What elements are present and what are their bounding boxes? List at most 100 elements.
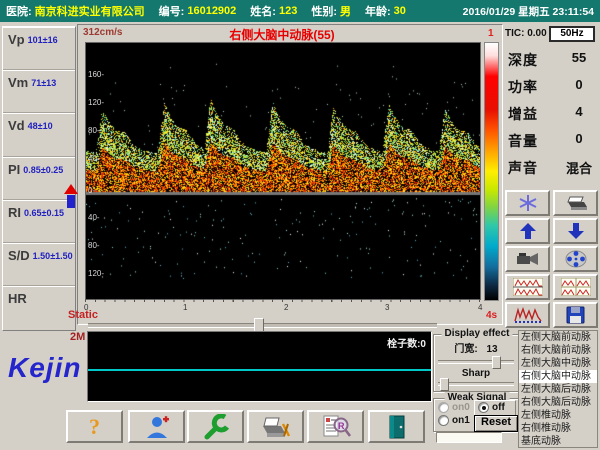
gate-width-label: 门宽:: [454, 344, 477, 355]
vessel-item[interactable]: 基底动脉: [519, 435, 597, 448]
hospital-label: 医院:: [6, 3, 32, 19]
vessel-item[interactable]: 左侧大脑前动脉: [519, 331, 597, 344]
vessel-item[interactable]: 左侧大脑中动脉: [519, 357, 597, 370]
radio-on0[interactable]: on0: [438, 402, 470, 413]
save-button[interactable]: [553, 302, 598, 328]
gender-label: 性别:: [311, 3, 337, 19]
gain-row: 增益4: [505, 104, 598, 126]
y-tick: 80-: [88, 242, 100, 250]
param-vm: Vm71±13: [3, 70, 75, 113]
vessel-item[interactable]: 左侧大脑后动脉: [519, 383, 597, 396]
age-label: 年龄:: [365, 3, 391, 19]
exit-button[interactable]: [368, 410, 425, 443]
x-tick: 3: [385, 303, 389, 312]
embolus-count: 栓子数:0: [387, 335, 426, 350]
printer-icon: [564, 194, 588, 212]
y-tick: 160-: [88, 71, 104, 79]
power-row: 功率0: [505, 77, 598, 99]
radio-on1[interactable]: on1: [438, 415, 470, 426]
vessel-item[interactable]: 右侧大脑前动脉: [519, 344, 597, 357]
x-tick: 4: [478, 303, 482, 312]
y-tick: 0-: [88, 187, 95, 195]
brand-logo: Kejin: [8, 352, 81, 384]
tcd-application-window: 医院:南京科进实业有限公司 编号:16012902 姓名:123 性别:男 年龄…: [0, 0, 600, 450]
report-magnifier-icon: R: [321, 414, 351, 440]
quad-spectrum-icon: [561, 278, 591, 296]
tic-value: TIC: 0.00: [505, 28, 547, 39]
spectrum-icon: [514, 306, 542, 324]
patient-info-button[interactable]: [128, 410, 185, 443]
time-end-label: 4s: [486, 310, 497, 321]
y-tick: 120-: [88, 99, 104, 107]
depth-row: 深度55: [505, 50, 598, 72]
param-hr: HR: [3, 286, 75, 329]
save-floppy-icon: [566, 306, 585, 324]
radio-circle: [438, 415, 449, 426]
freeze-icon: [517, 194, 539, 212]
dual-display-button[interactable]: [505, 274, 550, 300]
vessel-item[interactable]: 右侧椎动脉: [519, 422, 597, 435]
baseline-indicator-icon[interactable]: [64, 184, 78, 210]
patient-id-label: 编号:: [159, 3, 185, 19]
patient-name-value: 123: [279, 5, 297, 17]
gate-width-value: 13: [487, 344, 498, 355]
radio-off[interactable]: off: [478, 402, 505, 413]
doppler-spectrum-display: 160- 120- 80- 40- 0- 40- 80- 120-: [85, 42, 481, 300]
vessel-title: 右侧大脑中动脉(55): [85, 26, 479, 43]
vessel-item[interactable]: 右侧大脑后动脉: [519, 396, 597, 409]
scroll-up-button[interactable]: [505, 218, 550, 244]
scroll-down-button[interactable]: [553, 218, 598, 244]
datetime: 2016/01/29 星期五 23:11:54: [463, 4, 594, 19]
dual-spectrum-icon: [513, 278, 543, 296]
x-tick: 1: [183, 303, 187, 312]
print-button[interactable]: [553, 190, 598, 216]
printer-tools-icon: [260, 414, 292, 440]
embolus-monitor-display: 栓子数:0: [87, 331, 432, 402]
y-tick: 40-: [88, 214, 100, 222]
video-button[interactable]: [505, 246, 550, 272]
patient-id-value: 16012902: [187, 5, 236, 17]
record-button[interactable]: [553, 246, 598, 272]
status-field: [436, 432, 502, 443]
sharp-slider-handle[interactable]: [440, 378, 449, 391]
settings-button[interactable]: [187, 410, 244, 443]
intensity-colorbar: [484, 42, 499, 301]
reset-button[interactable]: Reset: [474, 415, 518, 432]
video-camera-icon: [516, 250, 540, 268]
radio-circle: [478, 402, 489, 413]
quad-display-button[interactable]: [553, 274, 598, 300]
sharp-slider-track[interactable]: [438, 382, 514, 386]
patient-info-icon: [143, 414, 171, 440]
titlebar: 医院:南京科进实业有限公司 编号:16012902 姓名:123 性别:男 年龄…: [0, 0, 600, 22]
time-axis-ticks: [85, 299, 480, 302]
help-icon: ?: [89, 414, 100, 440]
gate-slider-track[interactable]: [438, 360, 514, 364]
spectrum-display-button[interactable]: [505, 302, 550, 328]
sound-row: 声音混合: [505, 158, 598, 180]
svg-text:R: R: [338, 421, 345, 431]
monitor-scroll-handle[interactable]: [254, 318, 264, 332]
y-tick: 40-: [88, 155, 100, 163]
y-tick: 80-: [88, 127, 100, 135]
freeze-button[interactable]: [505, 190, 550, 216]
mmode-trace-line: [88, 369, 431, 371]
gate-width-row: 门宽: 13: [433, 340, 519, 355]
x-tick: 2: [284, 303, 288, 312]
report-button[interactable]: R: [307, 410, 364, 443]
hospital-value: 南京科进实业有限公司: [35, 3, 145, 19]
wrench-icon: [201, 414, 231, 440]
gender-value: 男: [340, 3, 351, 19]
patient-name-label: 姓名:: [250, 3, 276, 19]
print-setup-button[interactable]: [247, 410, 304, 443]
help-button[interactable]: ?: [66, 410, 123, 443]
vessel-list: 左侧大脑前动脉 右侧大脑前动脉 左侧大脑中动脉 右侧大脑中动脉 左侧大脑后动脉 …: [518, 330, 598, 448]
measurement-panel: Vp101±16 Vm71±13 Vd48±10 PI0.85±0.25 RI0…: [2, 26, 76, 331]
vessel-item[interactable]: 左侧椎动脉: [519, 409, 597, 422]
y-tick: 120-: [88, 270, 104, 278]
vessel-item[interactable]: 右侧大脑中动脉: [519, 370, 597, 383]
age-value: 30: [394, 5, 406, 17]
film-reel-icon: [564, 250, 588, 268]
colorbar-top-label: 1: [488, 28, 494, 39]
volume-row: 音量0: [505, 131, 598, 153]
frequency-button[interactable]: 50Hz: [549, 26, 595, 42]
